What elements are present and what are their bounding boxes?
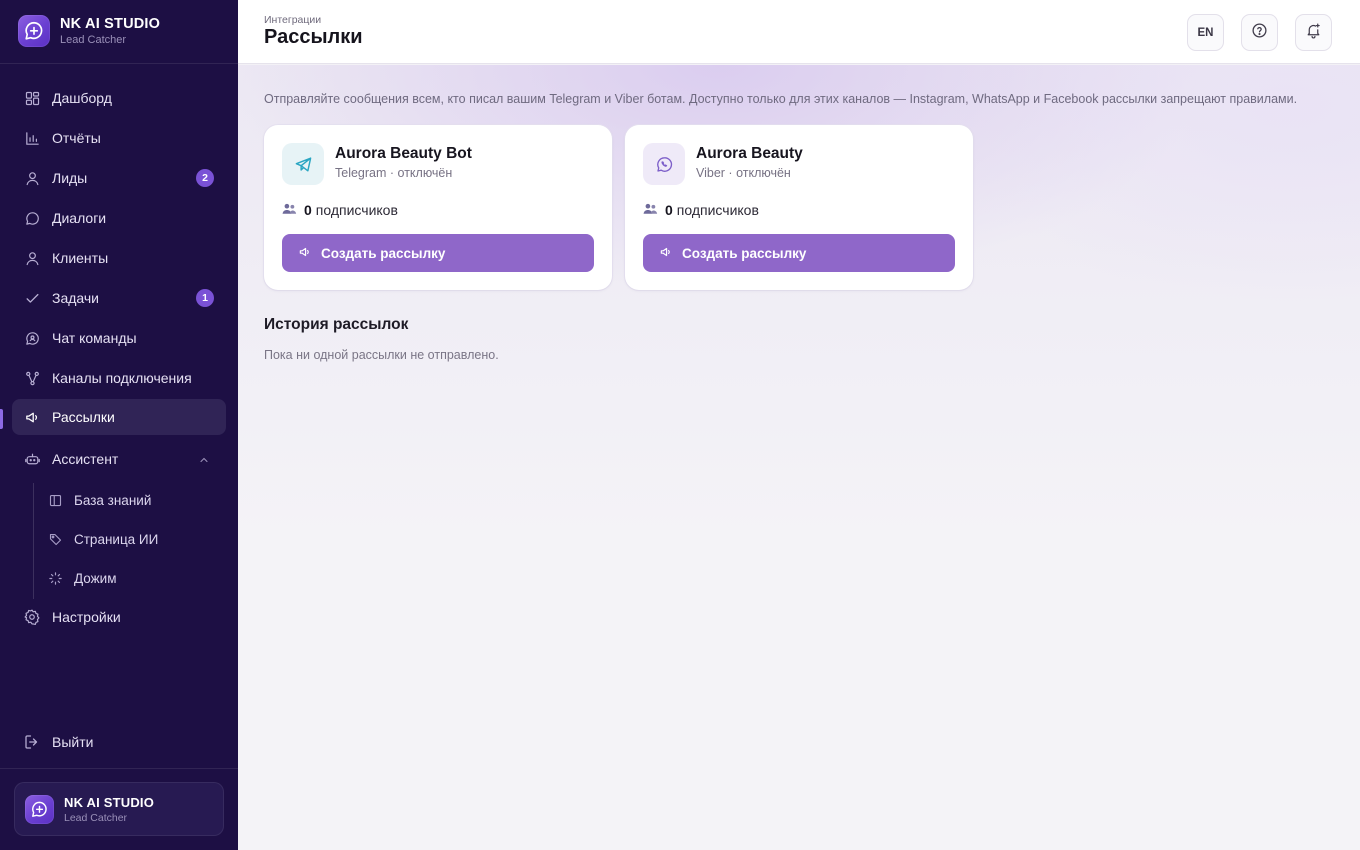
sidebar-item-label: Рассылки	[52, 409, 115, 425]
logout-button[interactable]: Выйти	[12, 724, 226, 760]
user-icon	[23, 249, 41, 267]
subscribers-label: подписчиков	[676, 202, 759, 218]
sidebar-item-settings[interactable]: Настройки	[12, 599, 226, 635]
active-indicator	[0, 409, 3, 429]
book-icon	[47, 492, 63, 508]
dashboard-icon	[23, 89, 41, 107]
sidebar-subitem-follow-up[interactable]: Дожим	[36, 561, 226, 595]
team-chat-icon	[23, 329, 41, 347]
top-header: Интеграции Рассылки EN	[238, 0, 1360, 64]
sidebar-item-label: Отчёты	[52, 130, 101, 146]
channel-card-telegram: Aurora Beauty Bot Telegram · отключён 0 …	[264, 125, 612, 290]
sidebar-item-clients[interactable]: Клиенты	[12, 240, 226, 276]
help-button[interactable]	[1241, 14, 1278, 51]
sidebar-subitem-knowledge-base[interactable]: База знаний	[36, 483, 226, 517]
workspace-title: NK AI STUDIO	[64, 794, 155, 810]
help-icon	[1251, 22, 1268, 44]
create-mailing-label: Создать рассылку	[321, 245, 446, 261]
sidebar-item-label: Чат команды	[52, 330, 137, 346]
megaphone-icon	[659, 245, 673, 262]
bell-icon	[1305, 22, 1322, 44]
user-icon	[23, 169, 41, 187]
bot-icon	[23, 450, 41, 468]
sidebar-subitem-label: База знаний	[74, 492, 152, 508]
workspace-card[interactable]: NK AI STUDIO Lead Catcher	[14, 782, 224, 836]
logout-icon	[23, 733, 41, 751]
sidebar-item-label: Настройки	[52, 609, 121, 625]
channel-card-viber: Aurora Beauty Viber · отключён 0 подписч…	[625, 125, 973, 290]
bot-status: Viber · отключён	[696, 166, 791, 180]
breadcrumb[interactable]: Интеграции	[264, 14, 321, 26]
history-empty-state: Пока ни одной рассылки не отправлено.	[264, 348, 499, 362]
logo-icon	[18, 15, 50, 47]
create-mailing-label: Создать рассылку	[682, 245, 807, 261]
main-content: Отправляйте сообщения всем, кто писал ва…	[238, 65, 1360, 850]
tasks-count-badge: 1	[196, 289, 214, 307]
sidebar-item-tasks[interactable]: Задачи 1	[12, 280, 226, 316]
sidebar: NK AI STUDIO Lead Catcher Дашборд Отчёты…	[0, 0, 238, 850]
sidebar-subitem-label: Страница ИИ	[74, 531, 159, 547]
viber-icon	[643, 143, 685, 185]
sidebar-item-dialogs[interactable]: Диалоги	[12, 200, 226, 236]
gear-icon	[23, 608, 41, 626]
sidebar-subitem-label: Дожим	[74, 570, 117, 586]
notifications-button[interactable]	[1295, 14, 1332, 51]
telegram-icon	[282, 143, 324, 185]
sidebar-item-mailings[interactable]: Рассылки	[12, 399, 226, 435]
language-toggle-button[interactable]: EN	[1187, 14, 1224, 51]
chat-bubble-icon	[23, 209, 41, 227]
history-title: История рассылок	[264, 316, 409, 333]
brand[interactable]: NK AI STUDIO Lead Catcher	[18, 15, 160, 47]
subscribers-count: 0 подписчиков	[643, 202, 759, 218]
brand-title: NK AI STUDIO	[60, 15, 161, 32]
bar-chart-icon	[23, 129, 41, 147]
sidebar-item-label: Диалоги	[52, 210, 107, 226]
sidebar-item-channels[interactable]: Каналы подключения	[12, 360, 226, 396]
create-mailing-button[interactable]: Создать рассылку	[643, 234, 955, 272]
sidebar-item-reports[interactable]: Отчёты	[12, 120, 226, 156]
sidebar-item-label: Лиды	[52, 170, 88, 186]
submenu-guide-line	[33, 483, 34, 599]
leads-count-badge: 2	[196, 169, 214, 187]
sidebar-item-team-chat[interactable]: Чат команды	[12, 320, 226, 356]
sidebar-item-label: Клиенты	[52, 250, 109, 266]
bot-name: Aurora Beauty Bot	[335, 145, 472, 162]
sidebar-divider	[0, 63, 238, 64]
subscribers-label: подписчиков	[315, 202, 398, 218]
sidebar-item-dashboard[interactable]: Дашборд	[12, 80, 226, 116]
logo-icon	[25, 794, 54, 824]
bot-status: Telegram · отключён	[335, 166, 453, 180]
sidebar-item-label: Ассистент	[52, 451, 119, 467]
sidebar-subitem-ai-page[interactable]: Страница ИИ	[36, 522, 226, 556]
megaphone-icon	[298, 245, 312, 262]
sidebar-item-assistant[interactable]: Ассистент	[12, 441, 226, 477]
workspace-subtitle: Lead Catcher	[64, 811, 128, 824]
sidebar-item-label: Задачи	[52, 290, 100, 306]
chevron-up-icon[interactable]	[198, 453, 210, 471]
logout-label: Выйти	[52, 734, 94, 750]
sidebar-divider	[0, 768, 238, 769]
users-icon	[643, 202, 658, 218]
sidebar-item-label: Дашборд	[52, 90, 112, 106]
subscribers-number: 0	[304, 202, 312, 218]
page-title: Рассылки	[264, 26, 363, 48]
brand-subtitle: Lead Catcher	[60, 33, 127, 46]
subscribers-number: 0	[665, 202, 673, 218]
sidebar-item-leads[interactable]: Лиды 2	[12, 160, 226, 196]
mailings-description: Отправляйте сообщения всем, кто писал ва…	[264, 92, 1298, 106]
tag-icon	[47, 531, 63, 547]
megaphone-icon	[23, 408, 41, 426]
create-mailing-button[interactable]: Создать рассылку	[282, 234, 594, 272]
loader-icon	[47, 570, 63, 586]
sidebar-item-label: Каналы подключения	[52, 370, 192, 386]
users-icon	[282, 202, 297, 218]
bot-name: Aurora Beauty	[696, 145, 803, 162]
channels-icon	[23, 369, 41, 387]
check-icon	[23, 289, 41, 307]
subscribers-count: 0 подписчиков	[282, 202, 398, 218]
